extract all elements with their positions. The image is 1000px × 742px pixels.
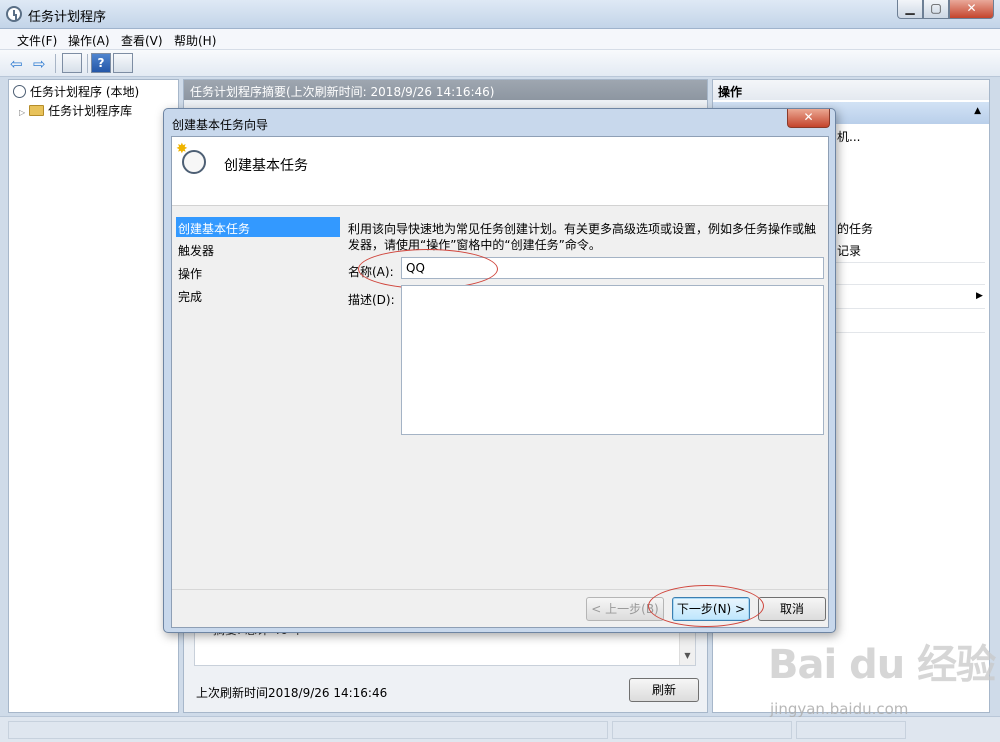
toolbar-separator	[55, 54, 56, 73]
tree-item-library[interactable]: ▷ 任务计划程序库	[13, 102, 132, 119]
description-label: 描述(D):	[348, 293, 395, 307]
minimize-button[interactable]: ▁	[897, 0, 923, 19]
help-icon[interactable]: ?	[91, 53, 111, 73]
wizard-header: ✸ 创建基本任务	[172, 137, 828, 206]
action-item[interactable]: 记录	[837, 242, 861, 259]
actions-header: 操作	[713, 80, 989, 100]
status-cell	[8, 721, 608, 739]
folder-icon	[29, 105, 45, 116]
watermark-url: jingyan.baidu.com	[770, 700, 909, 718]
close-button[interactable]: ✕	[949, 0, 994, 19]
dialog-close-button[interactable]: ✕	[787, 109, 830, 128]
clock-icon	[13, 85, 26, 98]
baidu-watermark-logo: Bai du 经验	[768, 642, 996, 688]
show-tree-icon[interactable]	[62, 53, 82, 73]
back-arrow-icon[interactable]: ⇦	[10, 55, 23, 73]
summary-header: 任务计划程序摘要(上次刷新时间: 2018/9/26 14:16:46)	[184, 80, 707, 100]
create-basic-task-dialog: 创建基本任务向导 ✕ ✸ 创建基本任务 创建基本任务 触发器 操作 完成 利用该…	[163, 108, 836, 633]
menu-action[interactable]: 操作(A)	[68, 32, 110, 49]
refresh-button[interactable]: 刷新	[629, 678, 699, 702]
maximize-button[interactable]: ▢	[923, 0, 949, 19]
menu-view[interactable]: 查看(V)	[121, 32, 163, 49]
tree-pane: 任务计划程序 (本地) ▷ 任务计划程序库	[8, 79, 179, 713]
wizard-step-create[interactable]: 创建基本任务	[176, 217, 340, 237]
wizard-step-action[interactable]: 操作	[176, 262, 340, 282]
wizard-step-finish[interactable]: 完成	[176, 285, 340, 305]
highlight-ellipse	[648, 585, 764, 627]
cancel-button[interactable]: 取消	[758, 597, 826, 621]
collapse-arrow-icon[interactable]: ▲	[974, 106, 981, 116]
tree-item-root[interactable]: 任务计划程序 (本地)	[13, 83, 139, 100]
clock-icon	[6, 6, 22, 22]
expand-arrow-icon[interactable]: ▷	[19, 108, 25, 117]
submenu-arrow-icon[interactable]: ▶	[976, 291, 983, 301]
wizard-step-trigger[interactable]: 触发器	[176, 239, 340, 259]
action-item[interactable]: 的任务	[837, 220, 873, 237]
last-refresh-time: 上次刷新时间2018/9/26 14:16:46	[196, 686, 388, 700]
show-actions-icon[interactable]	[113, 53, 133, 73]
status-bar	[0, 716, 1000, 742]
toolbar: ⇦ ⇨ ?	[0, 50, 1000, 77]
forward-arrow-icon[interactable]: ⇨	[33, 55, 46, 73]
menu-help[interactable]: 帮助(H)	[174, 32, 216, 49]
menu-file[interactable]: 文件(F)	[17, 32, 57, 49]
title-bar: 任务计划程序 ▁ ▢ ✕	[0, 0, 1000, 29]
action-item[interactable]: 机...	[837, 128, 860, 145]
status-cell	[796, 721, 906, 739]
menu-bar: 文件(F) 操作(A) 查看(V) 帮助(H)	[0, 29, 1000, 50]
dialog-title: 创建基本任务向导	[172, 118, 269, 132]
wizard-heading: 创建基本任务	[224, 158, 308, 174]
star-icon: ✸	[176, 141, 188, 157]
highlight-ellipse	[358, 249, 498, 289]
status-cell	[612, 721, 792, 739]
tree-item-label: 任务计划程序库	[48, 104, 133, 118]
dialog-body: ✸ 创建基本任务 创建基本任务 触发器 操作 完成 利用该向导快速地为常见任务创…	[171, 136, 829, 628]
toolbar-separator	[87, 54, 88, 73]
window-title: 任务计划程序	[28, 10, 107, 25]
description-input[interactable]	[401, 285, 824, 435]
tree-item-label: 任务计划程序 (本地)	[30, 85, 140, 99]
